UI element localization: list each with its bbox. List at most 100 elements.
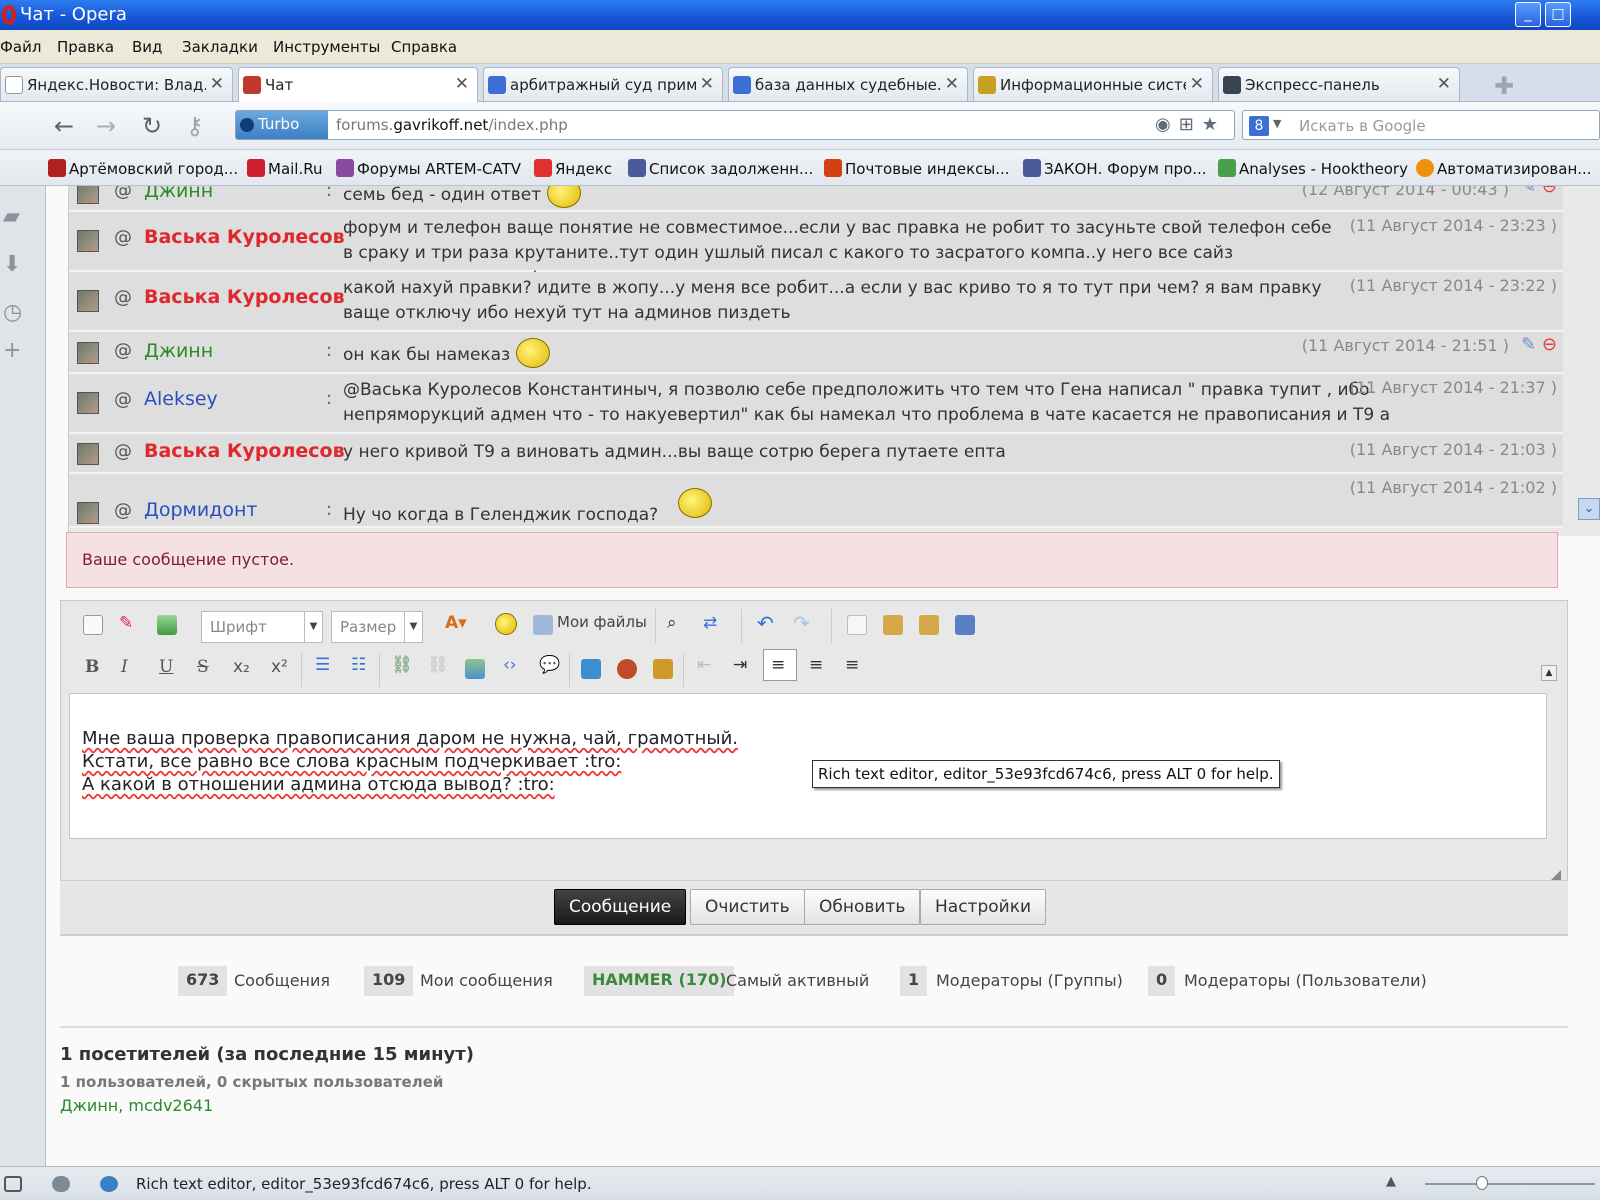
spoiler-icon[interactable]: [653, 659, 673, 679]
close-icon[interactable]: ✕: [1190, 74, 1204, 94]
bookmark-law-forum[interactable]: ЗАКОН. Форум про...: [1023, 159, 1207, 178]
tab-yandex-news[interactable]: Яндекс.Новости: Влад... ✕: [0, 67, 233, 101]
forward-arrow-icon[interactable]: →: [96, 112, 116, 140]
chevron-down-icon[interactable]: ▼: [1273, 117, 1281, 130]
table-icon[interactable]: [157, 615, 177, 635]
outdent-icon[interactable]: ⇤: [697, 655, 711, 675]
tab-court-database[interactable]: база данных судебные... ✕: [728, 67, 968, 101]
zoom-menu-icon[interactable]: ▲: [1386, 1174, 1396, 1189]
stat-count[interactable]: HAMMER (170): [584, 966, 735, 996]
maximize-button[interactable]: □: [1545, 2, 1571, 27]
avatar[interactable]: [77, 502, 99, 524]
copy-icon[interactable]: [883, 615, 903, 635]
paste-icon[interactable]: [919, 615, 939, 635]
at-icon[interactable]: @: [114, 441, 132, 462]
close-icon[interactable]: ✕: [455, 74, 469, 94]
key-icon[interactable]: ⚷: [186, 112, 204, 140]
paste-word-icon[interactable]: [955, 615, 975, 635]
redo-icon[interactable]: ↷: [793, 611, 810, 635]
image-icon[interactable]: [465, 659, 485, 679]
bookmark-automated[interactable]: Автоматизирован...: [1416, 159, 1592, 178]
add-panel-icon[interactable]: +: [3, 338, 21, 363]
avatar[interactable]: [77, 392, 99, 414]
download-icon[interactable]: ⬇: [3, 252, 21, 277]
collapse-toolbar-button[interactable]: ▲: [1541, 665, 1557, 681]
cut-icon[interactable]: [847, 615, 867, 635]
align-center-icon[interactable]: ≡: [809, 655, 823, 675]
close-icon[interactable]: ✕: [1437, 74, 1451, 94]
eraser-icon[interactable]: ✎: [119, 613, 133, 633]
align-left-button[interactable]: ≡: [763, 649, 797, 681]
tab-info-systems[interactable]: Информационные систе... ✕: [973, 67, 1213, 101]
bookmark-artemovsky[interactable]: Артёмовский город...: [48, 159, 238, 178]
at-icon[interactable]: @: [114, 389, 132, 410]
source-icon[interactable]: [83, 615, 103, 635]
media-icon[interactable]: [617, 659, 637, 679]
avatar[interactable]: [77, 186, 99, 204]
bookmark-debts-list[interactable]: Список задолженн...: [628, 159, 813, 178]
message-author[interactable]: Васька Куролесов: [144, 440, 345, 462]
close-icon[interactable]: ✕: [700, 74, 714, 94]
message-author[interactable]: Джинн: [144, 186, 213, 202]
reload-icon[interactable]: ↻: [142, 112, 162, 140]
underline-button[interactable]: U: [159, 657, 173, 677]
smiley-icon[interactable]: [495, 613, 517, 635]
refresh-button[interactable]: Обновить: [804, 889, 921, 925]
edit-icon[interactable]: ✎: [1521, 186, 1536, 197]
menu-view[interactable]: Вид: [132, 38, 162, 56]
at-icon[interactable]: @: [114, 500, 132, 521]
link-icon[interactable]: ⛓: [391, 655, 413, 675]
bookmark-artem-catv[interactable]: Форумы ARTEM-CATV: [336, 159, 521, 178]
my-files-button[interactable]: Мои файлы: [557, 613, 647, 631]
message-author[interactable]: Aleksey: [144, 388, 218, 410]
delete-icon[interactable]: ⊖: [1542, 334, 1557, 355]
menu-bookmarks[interactable]: Закладки: [182, 38, 258, 56]
notes-icon[interactable]: ▰: [3, 204, 20, 229]
message-author[interactable]: Васька Куролесов: [144, 226, 345, 248]
tab-speed-dial[interactable]: Экспресс-панель ✕: [1218, 67, 1460, 101]
settings-button[interactable]: Настройки: [920, 889, 1047, 925]
italic-button[interactable]: I: [121, 657, 128, 677]
menu-tools[interactable]: Инструменты: [273, 38, 380, 56]
strike-button[interactable]: S: [197, 657, 209, 677]
url-text[interactable]: forums.gavrikoff.net/index.php: [336, 116, 568, 134]
files-icon[interactable]: [533, 615, 553, 635]
text-color-icon[interactable]: A▾: [445, 613, 467, 633]
avatar[interactable]: [77, 230, 99, 252]
message-author[interactable]: Джинн: [144, 340, 213, 362]
turbo-status-icon[interactable]: [100, 1176, 118, 1192]
font-select[interactable]: Шрифт ▼: [201, 611, 323, 643]
numbered-list-icon[interactable]: ☷: [351, 655, 366, 675]
menu-edit[interactable]: Правка: [57, 38, 114, 56]
visitors-list[interactable]: Джинн, mcdv2641: [60, 1096, 213, 1115]
menu-help[interactable]: Справка: [391, 38, 457, 56]
replace-icon[interactable]: ⇄: [703, 613, 717, 633]
undo-icon[interactable]: ↶: [757, 611, 774, 635]
twitter-icon[interactable]: [581, 659, 601, 679]
minimize-button[interactable]: _: [1515, 2, 1541, 27]
subscript-button[interactable]: x₂: [233, 657, 250, 677]
zoom-slider-handle[interactable]: [1476, 1176, 1488, 1190]
bookmark-yandex[interactable]: Яндекс: [534, 159, 612, 178]
bullet-list-icon[interactable]: ☰: [315, 655, 330, 675]
new-tab-button[interactable]: ✚: [1494, 72, 1514, 100]
avatar[interactable]: [77, 290, 99, 312]
google-icon[interactable]: 8: [1249, 116, 1269, 136]
size-select[interactable]: Размер ▼: [331, 611, 423, 643]
back-arrow-icon[interactable]: ←: [54, 112, 74, 140]
message-author[interactable]: Дормидонт: [144, 499, 257, 521]
clear-button[interactable]: Очистить: [690, 889, 805, 925]
at-icon[interactable]: @: [114, 186, 132, 201]
superscript-button[interactable]: x²: [271, 657, 288, 677]
turbo-button[interactable]: Turbo: [236, 111, 328, 139]
indent-icon[interactable]: ⇥: [733, 655, 747, 675]
unlink-icon[interactable]: ⛓: [427, 655, 449, 675]
tab-arbitration-court[interactable]: арбитражный суд прим... ✕: [483, 67, 723, 101]
bookmark-hooktheory[interactable]: Analyses - Hooktheory: [1218, 159, 1408, 178]
edit-icon[interactable]: ✎: [1521, 334, 1536, 355]
menu-file[interactable]: Файл: [0, 38, 41, 56]
chat-box[interactable]: @ Джинн : семь бед - один ответ (12 Авгу…: [68, 186, 1600, 536]
at-icon[interactable]: @: [114, 227, 132, 248]
panel-toggle-icon[interactable]: [4, 1176, 22, 1192]
bold-button[interactable]: B: [85, 657, 99, 677]
